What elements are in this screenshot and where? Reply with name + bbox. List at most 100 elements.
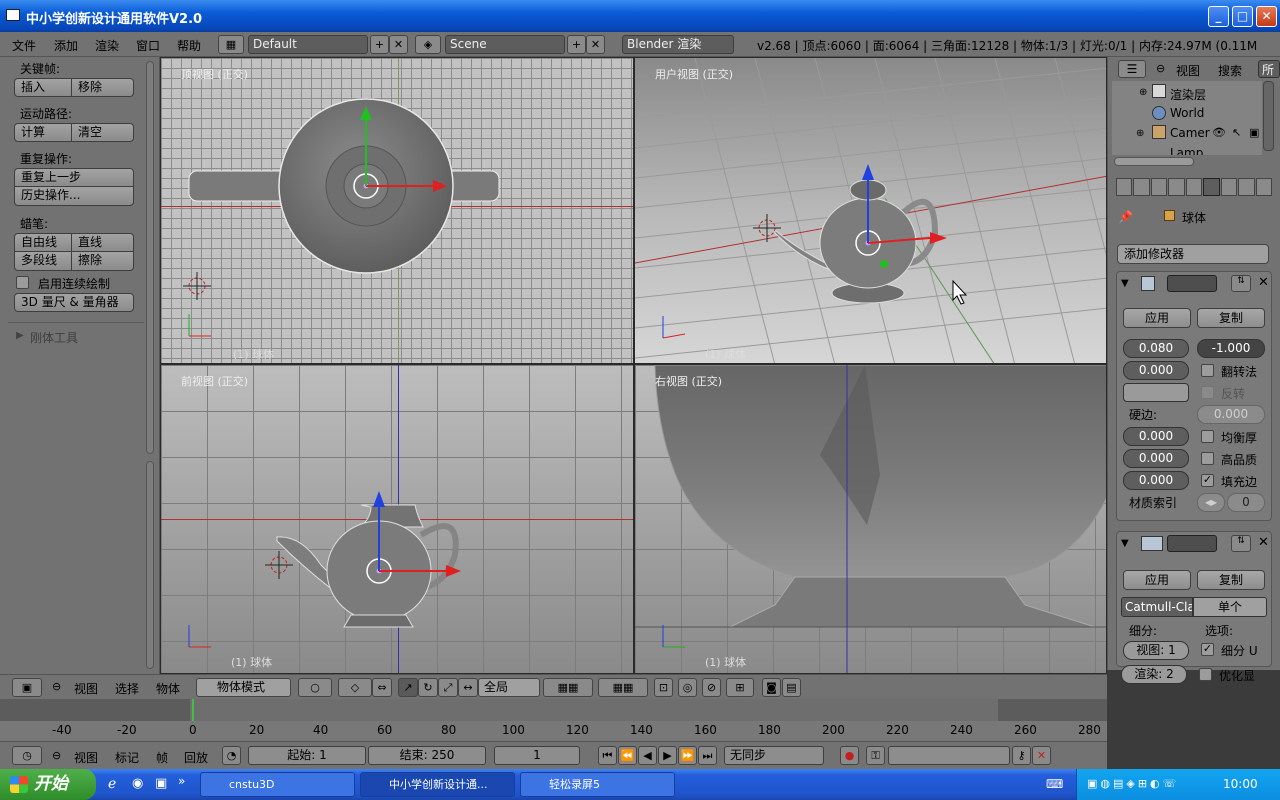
tl-menu-playback[interactable]: 回放 [184, 749, 208, 766]
task-main-app[interactable]: 中小学创新设计通... [360, 772, 515, 797]
collapse-modifier-icon[interactable]: ▼ [1121, 278, 1129, 289]
outliner-vscrollbar[interactable] [1263, 81, 1274, 151]
offset-field[interactable]: -1.000 [1197, 339, 1265, 358]
catmull-clark-option[interactable]: Catmull-Cla [1121, 597, 1193, 617]
outliner-display-select[interactable]: 所 [1258, 60, 1280, 78]
editor-type-icon[interactable]: ▣ [12, 678, 42, 697]
start-frame-field[interactable]: 起始: 1 [248, 746, 366, 765]
viewport-front[interactable]: 前视图 (正交) (1) 球体 [160, 364, 634, 674]
modifier-display-toggles[interactable] [1167, 535, 1217, 552]
expand-icon[interactable]: ⊕ [1136, 128, 1144, 139]
end-frame-field[interactable]: 结束: 250 [368, 746, 486, 765]
snap-icon[interactable]: ⊘ [702, 678, 721, 697]
transform-space-icon[interactable]: ↔ [458, 678, 478, 697]
minimize-button[interactable]: _ [1208, 6, 1229, 27]
jump-start-icon[interactable]: ⏮ [598, 746, 617, 765]
vp-menu-view[interactable]: 视图 [74, 680, 98, 697]
expand-icon[interactable]: ⊕ [1139, 87, 1147, 98]
even-thickness-checkbox[interactable] [1201, 430, 1214, 443]
timeline-editor-icon[interactable]: ◷ [12, 746, 42, 765]
move-up-down-icon[interactable]: ⇅ [1231, 275, 1251, 292]
apply-modifier-button[interactable]: 应用 [1123, 308, 1191, 328]
layout-icon[interactable]: ▦ [218, 35, 244, 54]
lock-camera-icon[interactable]: ⊡ [654, 678, 673, 697]
maximize-button[interactable]: □ [1232, 6, 1253, 27]
render-tab-icon[interactable] [1116, 178, 1133, 196]
remove-modifier-icon[interactable]: ✕ [1258, 535, 1269, 550]
outliner-item-render-layers[interactable]: 渲染层 [1170, 86, 1206, 103]
viewport-top[interactable]: 顶视图 (正交) (1) 球体 [160, 57, 634, 364]
scene-field[interactable]: Scene [445, 35, 565, 54]
tray-icons[interactable]: ▣◍▤◈⊞◐☏ [1087, 777, 1179, 790]
add-layout-icon[interactable]: + [370, 35, 389, 54]
ie-icon[interactable]: ℯ [108, 776, 116, 792]
material-index-field[interactable]: 0 [1227, 493, 1265, 512]
menu-render[interactable]: 渲染 [95, 37, 119, 54]
crease-outer-field[interactable]: 0.000 [1123, 449, 1189, 468]
tl-menu-view[interactable]: 视图 [74, 749, 98, 766]
viewport-user[interactable]: 用户视图 (正交) (1) 球体 [634, 57, 1107, 364]
preview-range-icon[interactable]: ◔ [222, 746, 241, 765]
explorer-icon[interactable]: ◉ [132, 776, 143, 791]
remove-modifier-icon[interactable]: ✕ [1258, 275, 1269, 290]
remove-keyframe-button[interactable]: 移除 [72, 78, 134, 97]
flip-normals-checkbox[interactable] [1201, 364, 1214, 377]
jump-keyframe-back-icon[interactable]: ⏪ [618, 746, 637, 765]
quicklaunch-expand-icon[interactable]: » [178, 774, 185, 788]
viewport-right[interactable]: 右视图 (正交) (1) 球体 [634, 364, 1107, 674]
tl-menu-marker[interactable]: 标记 [115, 749, 139, 766]
visibility-eye-icon[interactable]: 👁 [1212, 126, 1226, 139]
menu-help[interactable]: 帮助 [177, 37, 201, 54]
keying-set-field[interactable] [888, 746, 1010, 765]
subdivide-uvs-checkbox[interactable]: ✓ [1201, 643, 1214, 656]
crease-rim-field[interactable]: 0.000 [1123, 471, 1189, 490]
layers-grid-2[interactable]: ▦▦ [598, 678, 648, 697]
history-button[interactable]: 历史操作... [14, 187, 134, 206]
jump-end-icon[interactable]: ⏭ [698, 746, 717, 765]
outliner-minus-icon[interactable]: ⊖ [1156, 62, 1165, 75]
texture-tab-icon[interactable] [1255, 178, 1272, 196]
shading-select-icon[interactable]: ○ [298, 678, 332, 697]
outliner-item-world[interactable]: World [1170, 106, 1204, 120]
constraints-tab-icon[interactable] [1185, 178, 1203, 196]
outliner-item-camera[interactable]: Camera [1170, 126, 1210, 140]
render-levels-field[interactable]: 渲染: 2 [1121, 665, 1187, 684]
render-animation-icon[interactable]: ▤ [782, 678, 801, 697]
menu-window[interactable]: 窗口 [136, 37, 160, 54]
task-recorder[interactable]: 轻松录屏5 [520, 772, 675, 797]
task-cnstu3d[interactable]: cnstu3D [200, 772, 355, 797]
object-tab-icon[interactable] [1168, 178, 1185, 196]
rim-value-field[interactable]: 0.000 [1123, 361, 1189, 380]
material-tab-icon[interactable] [1238, 178, 1255, 196]
calculate-paths-button[interactable]: 计算 [14, 123, 72, 142]
snap-element-icon[interactable]: ⊞ [726, 678, 754, 697]
add-scene-icon[interactable]: + [567, 35, 586, 54]
scale-manipulator-icon[interactable]: ⤢ [438, 678, 458, 697]
fill-rim-checkbox[interactable]: ✓ [1201, 474, 1214, 487]
tool-shelf-scrollbar[interactable] [146, 61, 154, 454]
copy-modifier-button[interactable]: 复制 [1197, 308, 1265, 328]
add-modifier-dropdown[interactable]: 添加修改器 [1117, 244, 1269, 264]
media-icon[interactable]: ▣ [155, 776, 167, 791]
keying-set-icon[interactable]: ⚿ [866, 746, 885, 765]
line-button[interactable]: 直线 [72, 233, 134, 252]
pin-icon[interactable]: 📌 [1118, 210, 1133, 224]
data-tab-icon[interactable] [1220, 178, 1238, 196]
teapot-top-svg[interactable] [161, 58, 634, 364]
outliner-editor-icon[interactable]: ☰ [1118, 60, 1146, 78]
layers-grid-1[interactable]: ▦▦ [543, 678, 593, 697]
rotate-manipulator-icon[interactable]: ↻ [418, 678, 438, 697]
edge-crease-field[interactable]: 0.000 [1197, 405, 1265, 424]
scene-tab-icon[interactable] [1133, 178, 1150, 196]
vp-menu-select[interactable]: 选择 [115, 680, 139, 697]
world-tab-icon[interactable] [1150, 178, 1168, 196]
layout-field[interactable]: Default [248, 35, 368, 54]
timeline[interactable]: -40 -20 0 20 40 60 80 100 120 140 160 18… [0, 699, 1107, 741]
modifiers-tab-icon[interactable] [1203, 178, 1220, 196]
manipulator-toggle-icon[interactable]: ⇔ [372, 678, 392, 697]
rigid-body-tools-panel[interactable]: 刚体工具 [30, 329, 78, 346]
continuous-draw-checkbox[interactable] [16, 276, 29, 289]
outliner-item-lamp[interactable]: Lamp [1170, 146, 1203, 155]
remove-scene-icon[interactable]: ✕ [586, 35, 605, 54]
render-image-icon[interactable]: ◙ [762, 678, 781, 697]
